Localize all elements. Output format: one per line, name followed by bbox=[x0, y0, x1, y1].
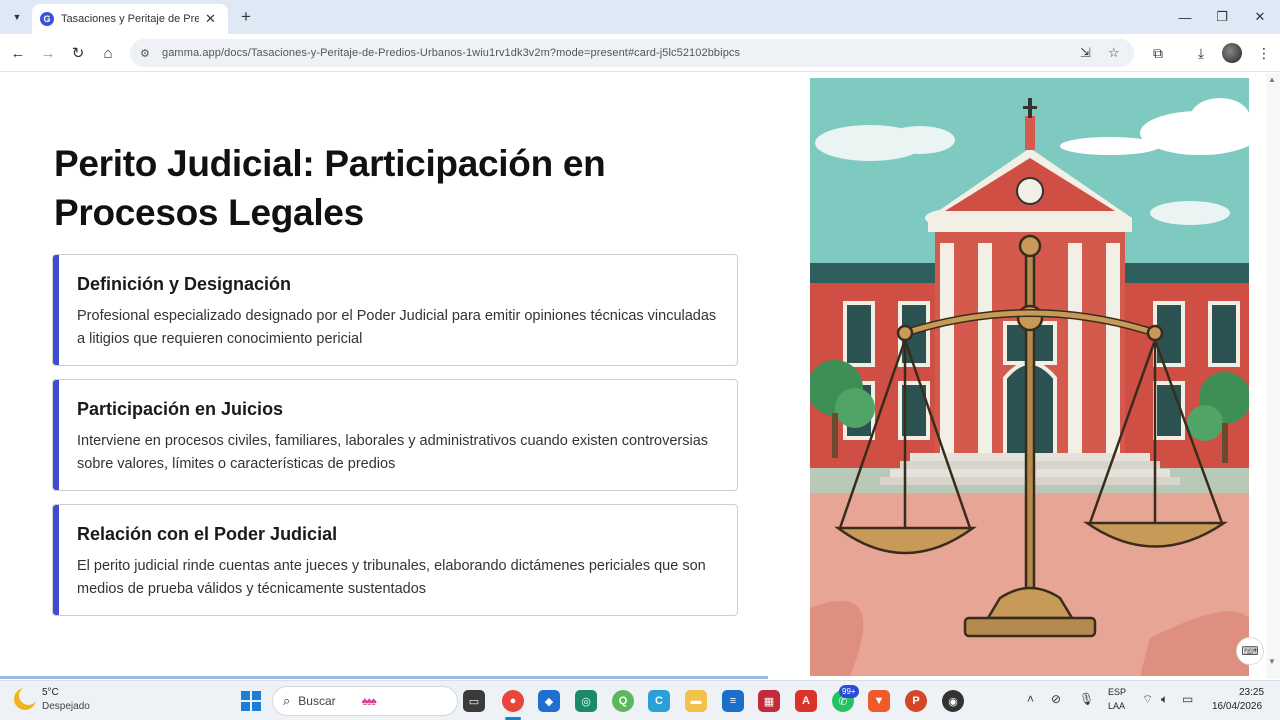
qgis-icon[interactable]: Q bbox=[612, 690, 634, 712]
c-app-icon[interactable]: C bbox=[648, 690, 670, 712]
tab-bar: ▼ G Tasaciones y Peritaje de Predios ✕ +… bbox=[0, 0, 1280, 34]
tulips-icon: ♠♠♠ bbox=[361, 694, 377, 708]
keyboard-shortcuts-icon[interactable]: ⌨ bbox=[1236, 637, 1264, 665]
gamma-favicon-icon: G bbox=[40, 12, 54, 26]
home-icon[interactable]: ⌂ bbox=[97, 42, 119, 64]
scroll-down-icon[interactable]: ▼ bbox=[1268, 657, 1276, 666]
notepad-icon[interactable]: ≡ bbox=[722, 690, 744, 712]
wifi-off-icon[interactable]: ⊘ bbox=[1051, 692, 1061, 706]
url-text: gamma.app/docs/Tasaciones-y-Peritaje-de-… bbox=[162, 47, 741, 59]
wifi-icon[interactable]: ⌔ bbox=[1142, 692, 1153, 707]
browser-toolbar: ← → ↻ ⌂ ⚙ gamma.app/docs/Tasaciones-y-Pe… bbox=[0, 34, 1280, 72]
card-body: Profesional especializado designado por … bbox=[77, 308, 717, 347]
maximize-icon[interactable]: ❐ bbox=[1207, 6, 1237, 28]
language-secondary[interactable]: LAA bbox=[1108, 701, 1125, 711]
more-menu-icon[interactable]: ⋮ bbox=[1254, 43, 1274, 63]
card-body: Interviene en procesos civiles, familiar… bbox=[77, 433, 709, 472]
moon-weather-icon[interactable] bbox=[14, 688, 36, 710]
card-definicion: Definición y Designación Profesional esp… bbox=[52, 254, 738, 366]
back-icon[interactable]: ← bbox=[7, 42, 29, 64]
brave-icon[interactable]: ▼ bbox=[868, 690, 890, 712]
map-search-icon[interactable]: ◎ bbox=[575, 690, 597, 712]
weather-description: Despejado bbox=[42, 701, 90, 712]
card-title: Participación en Juicios bbox=[77, 399, 284, 419]
microphone-icon[interactable]: 🎙︎ bbox=[1079, 692, 1094, 706]
shield-app-icon[interactable]: ◆ bbox=[538, 690, 560, 712]
battery-icon[interactable]: ▭ bbox=[1182, 692, 1193, 706]
close-icon[interactable]: ✕ bbox=[205, 11, 216, 27]
window-close-icon[interactable]: ✕ bbox=[1245, 6, 1275, 28]
presentation-progress-bar bbox=[0, 676, 768, 679]
file-explorer-icon[interactable]: ▬ bbox=[685, 690, 707, 712]
extensions-icon[interactable]: ⧉ bbox=[1148, 43, 1168, 63]
clock-time[interactable]: 23:25 bbox=[1239, 687, 1264, 698]
card-title: Definición y Designación bbox=[77, 274, 292, 294]
star-icon[interactable]: ☆ bbox=[1108, 45, 1120, 61]
minimize-icon[interactable]: — bbox=[1170, 6, 1200, 28]
search-placeholder: Buscar bbox=[298, 694, 336, 708]
courthouse-scales-illustration bbox=[810, 78, 1249, 676]
browser-tab[interactable]: G Tasaciones y Peritaje de Predios ✕ bbox=[32, 4, 228, 34]
card-participacion: Participación en Juicios Interviene en p… bbox=[52, 379, 738, 491]
install-app-icon[interactable]: ⇲ bbox=[1080, 45, 1091, 61]
tab-search-icon[interactable]: ▼ bbox=[7, 7, 27, 27]
page-scrollbar[interactable]: ▲ ▼ bbox=[1266, 73, 1280, 679]
task-view-icon[interactable]: ▭ bbox=[463, 690, 485, 712]
taskbar: 5°C Despejado ⌕ Buscar ♠♠♠ ▭ ● ◆ ◎ Q C ▬… bbox=[0, 680, 1280, 720]
language-primary[interactable]: ESP bbox=[1108, 687, 1126, 697]
card-relacion: Relación con el Poder Judicial El perito… bbox=[52, 504, 738, 616]
notification-badge: 99+ bbox=[839, 685, 859, 698]
profile-avatar[interactable] bbox=[1222, 43, 1242, 63]
taskbar-search[interactable]: ⌕ Buscar ♠♠♠ bbox=[272, 686, 458, 716]
forward-icon[interactable]: → bbox=[37, 42, 59, 64]
address-bar[interactable]: ⚙ gamma.app/docs/Tasaciones-y-Peritaje-d… bbox=[130, 39, 1134, 67]
search-icon: ⌕ bbox=[283, 693, 291, 708]
office-grid-icon[interactable]: ▦ bbox=[758, 690, 780, 712]
card-title: Relación con el Poder Judicial bbox=[77, 524, 338, 544]
slide-content: Perito Judicial: Participación en Proces… bbox=[0, 73, 1280, 679]
site-info-icon[interactable]: ⚙ bbox=[140, 47, 154, 60]
download-icon[interactable]: ⤓ bbox=[1191, 43, 1211, 63]
clock-date[interactable]: 16/04/2026 bbox=[1212, 701, 1262, 712]
windows-start-icon[interactable] bbox=[241, 691, 261, 711]
card-body: El perito judicial rinde cuentas ante ju… bbox=[77, 558, 706, 597]
tab-title: Tasaciones y Peritaje de Predios bbox=[61, 13, 199, 25]
reload-icon[interactable]: ↻ bbox=[67, 42, 89, 64]
new-tab-icon[interactable]: + bbox=[236, 7, 256, 27]
volume-icon[interactable]: 🔈︎ bbox=[1161, 692, 1168, 707]
weather-temperature: 5°C bbox=[42, 687, 59, 698]
powerpoint-icon[interactable]: P bbox=[905, 690, 927, 712]
chevron-up-icon[interactable]: ˄ bbox=[1027, 692, 1034, 706]
chrome-icon[interactable]: ● bbox=[502, 690, 524, 712]
scroll-up-icon[interactable]: ▲ bbox=[1268, 75, 1276, 84]
obs-icon[interactable]: ◉ bbox=[942, 690, 964, 712]
acrobat-icon[interactable]: A bbox=[795, 690, 817, 712]
slide-title: Perito Judicial: Participación en Proces… bbox=[54, 143, 606, 233]
